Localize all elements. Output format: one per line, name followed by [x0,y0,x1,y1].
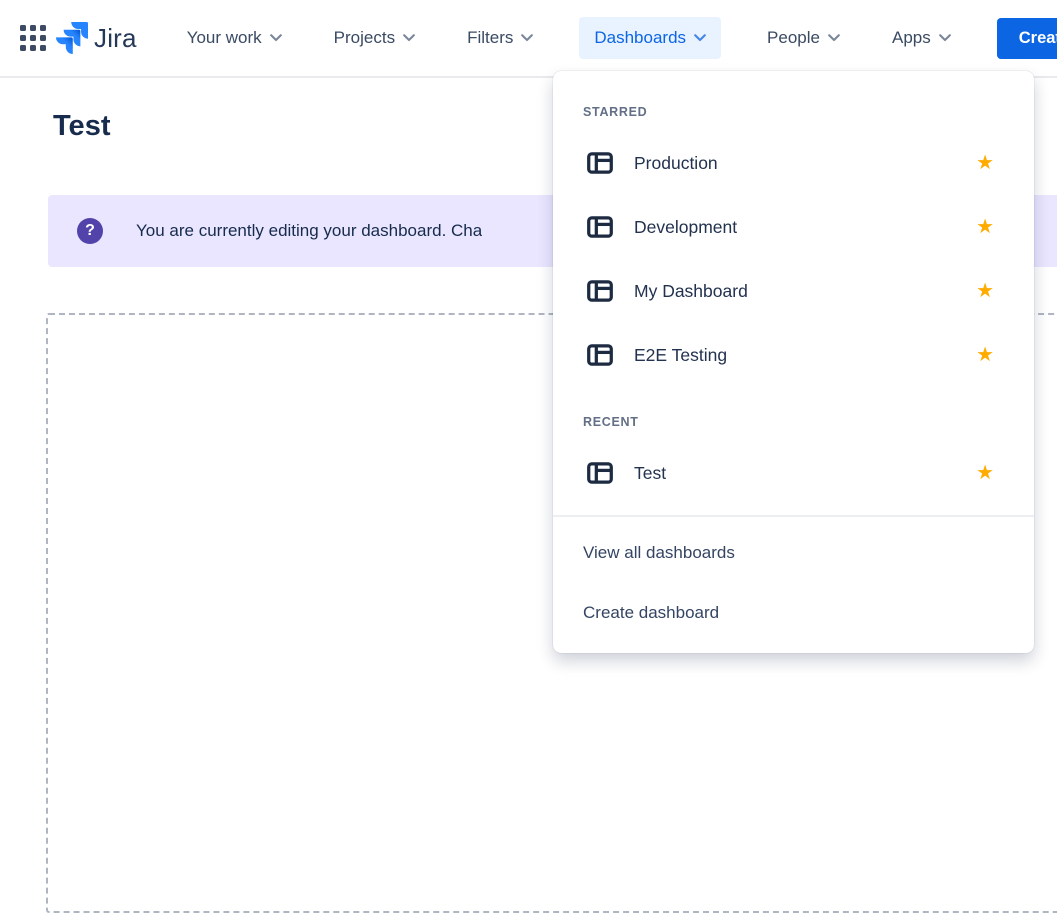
create-dashboard-link[interactable]: Create dashboard [553,583,1034,643]
star-icon[interactable]: ★ [976,217,994,237]
jira-logo-icon [56,22,88,54]
jira-logo-text: Jira [94,23,137,54]
nav-item-filters[interactable]: Filters [461,17,539,59]
primary-menu: Your work Projects Filters Dashboards Pe… [181,17,957,59]
star-icon[interactable]: ★ [976,345,994,365]
nav-item-apps[interactable]: Apps [886,17,957,59]
dashboards-dropdown-menu: STARRED Production ★ Development ★ My Da… [553,71,1034,653]
star-icon[interactable]: ★ [976,463,994,483]
dropdown-footer: View all dashboards Create dashboard [553,517,1034,643]
dashboard-icon [587,152,613,174]
menu-item-dashboard[interactable]: Test ★ [553,441,1034,505]
menu-item-dashboard[interactable]: E2E Testing ★ [553,323,1034,387]
nav-item-your-work[interactable]: Your work [181,17,288,59]
section-label-recent: RECENT [553,403,1034,437]
dashboard-icon [587,462,613,484]
banner-message: You are currently editing your dashboard… [136,221,482,241]
chevron-down-icon [939,34,951,42]
create-button[interactable]: Create [997,18,1057,59]
app-switcher-button[interactable] [20,18,46,58]
menu-item-dashboard[interactable]: Development ★ [553,195,1034,259]
view-all-dashboards-link[interactable]: View all dashboards [553,523,1034,583]
dashboard-icon [587,344,613,366]
chevron-down-icon [403,34,415,42]
menu-item-dashboard[interactable]: Production ★ [553,131,1034,195]
grid-icon [20,25,46,51]
question-mark-icon: ? [77,218,103,244]
chevron-down-icon [270,34,282,42]
nav-item-people[interactable]: People [761,17,846,59]
chevron-down-icon [828,34,840,42]
section-label-starred: STARRED [553,93,1034,127]
nav-item-dashboards[interactable]: Dashboards [579,17,721,59]
chevron-down-icon [521,34,533,42]
menu-item-dashboard[interactable]: My Dashboard ★ [553,259,1034,323]
dashboard-icon [587,216,613,238]
jira-logo[interactable]: Jira [56,22,137,54]
star-icon[interactable]: ★ [976,281,994,301]
top-nav: Jira Your work Projects Filters Dashboar… [0,0,1057,78]
nav-item-projects[interactable]: Projects [328,17,421,59]
dashboard-icon [587,280,613,302]
chevron-down-icon [694,34,706,42]
star-icon[interactable]: ★ [976,153,994,173]
